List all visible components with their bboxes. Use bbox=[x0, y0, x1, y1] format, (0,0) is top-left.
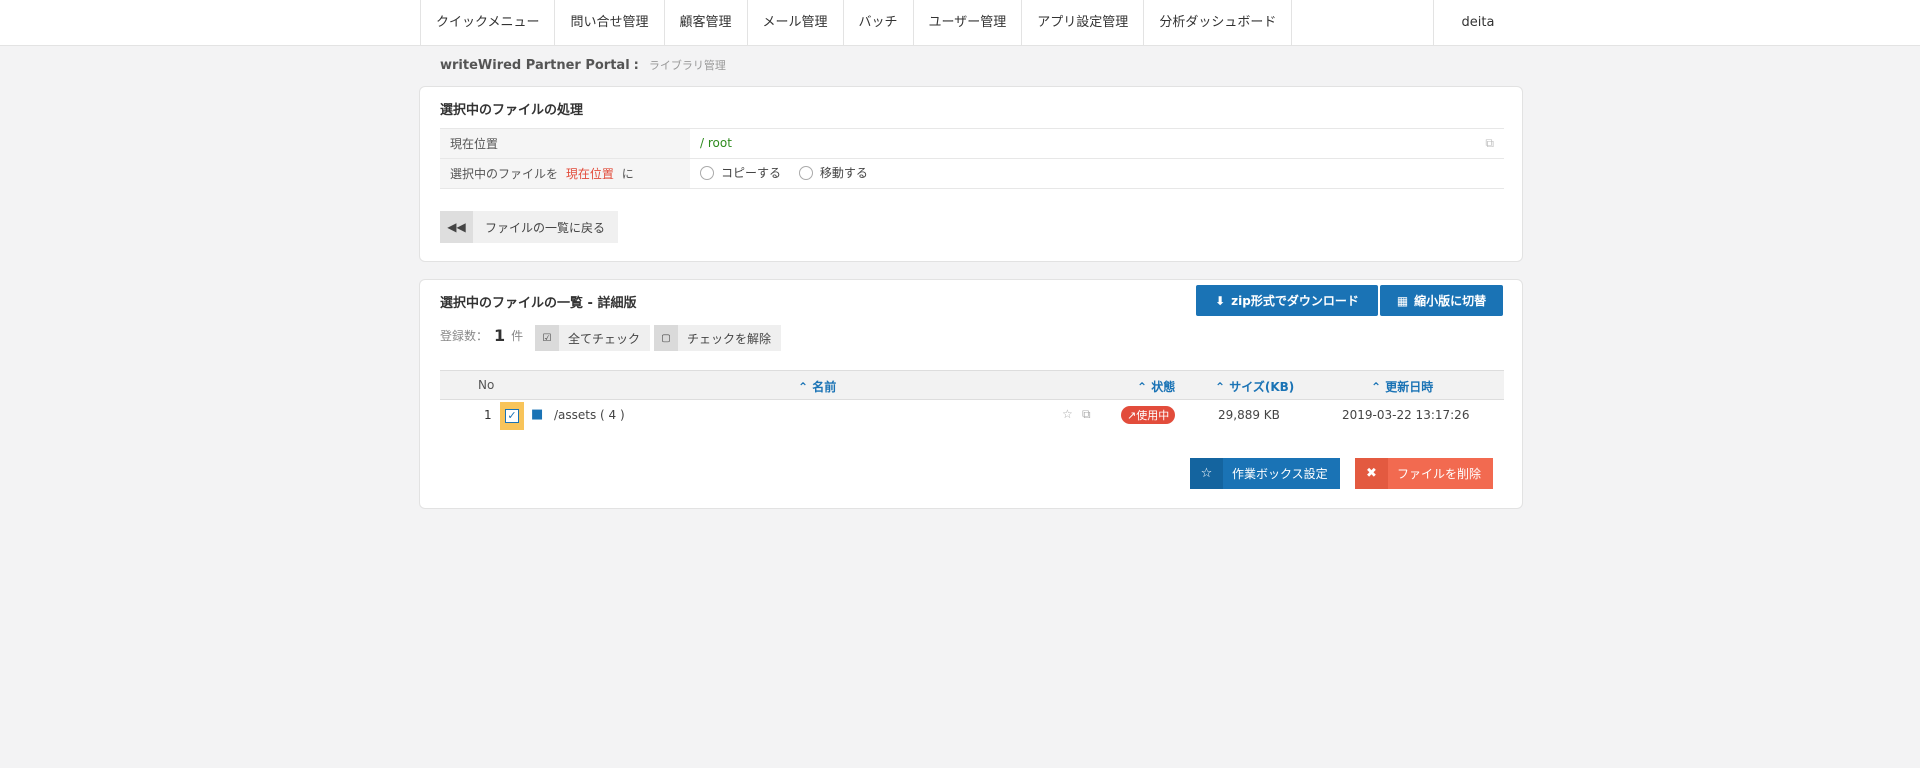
nav-quick-menu[interactable]: クイックメニュー bbox=[421, 0, 556, 46]
move-option[interactable]: 移動する bbox=[798, 164, 868, 181]
action-label-pre: 選択中のファイルを bbox=[450, 167, 559, 181]
zip-download-label: zip形式でダウンロード bbox=[1231, 294, 1359, 308]
check-all-button[interactable]: ☑ 全てチェック bbox=[535, 325, 651, 351]
table-row[interactable]: 1 ✓ ■ /assets ( 4 ) ☆ ⧉ ↗使用中 29,889 KB 2… bbox=[440, 400, 1504, 432]
back-to-list-button[interactable]: ◀◀ ファイルの一覧に戻る bbox=[440, 211, 619, 243]
nav-mail[interactable]: メール管理 bbox=[748, 0, 844, 46]
status-badge: ↗使用中 bbox=[1121, 406, 1176, 424]
panel-title: 選択中のファイルの一覧 - 詳細版 bbox=[440, 296, 637, 311]
col-no: No bbox=[478, 378, 495, 392]
location-table: 現在位置 / root ⧉ 選択中のファイルを 現在位置 に コピーする 移動す… bbox=[440, 128, 1504, 189]
move-radio[interactable] bbox=[798, 165, 813, 180]
thumbnail-view-label: 縮小版に切替 bbox=[1414, 294, 1487, 308]
location-path: / root bbox=[700, 136, 732, 150]
checkbox-checked-icon: ☑ bbox=[535, 325, 559, 351]
nav-batch[interactable]: バッチ bbox=[844, 0, 914, 46]
breadcrumb-portal-title[interactable]: writeWired Partner Portal bbox=[440, 58, 630, 73]
action-label: 選択中のファイルを 現在位置 に bbox=[440, 158, 690, 189]
col-status-sort[interactable]: ⌃ 状態 bbox=[1137, 378, 1175, 395]
top-navbar: クイックメニュー 問い合せ管理 顧客管理 メール管理 バッチ ユーザー管理 アプ… bbox=[0, 0, 1920, 46]
workbox-settings-label: 作業ボックス設定 bbox=[1232, 467, 1328, 481]
main-nav: クイックメニュー 問い合せ管理 顧客管理 メール管理 バッチ ユーザー管理 アプ… bbox=[420, 0, 1293, 46]
checkmark-icon: ✓ bbox=[505, 409, 519, 423]
count-unit: 件 bbox=[511, 329, 524, 343]
copy-icon[interactable]: ⧉ bbox=[1082, 407, 1091, 422]
file-table: No ⌃ 名前 ⌃ 状態 ⌃ サイズ(KB) ⌃ 更新日時 1 ✓ ■ /ass… bbox=[440, 370, 1504, 432]
count-label: 登録数： bbox=[440, 329, 489, 343]
star-icon[interactable]: ☆ bbox=[1062, 407, 1073, 421]
row-name[interactable]: /assets ( 4 ) bbox=[554, 408, 625, 422]
record-count: 登録数： 1 件 bbox=[440, 326, 523, 345]
thumbnail-view-button[interactable]: ▦ 縮小版に切替 bbox=[1380, 285, 1503, 316]
close-icon: ✖ bbox=[1355, 458, 1388, 489]
grid-icon: ▦ bbox=[1396, 293, 1409, 308]
fast-backward-icon: ◀◀ bbox=[440, 211, 473, 243]
workbox-settings-button[interactable]: ☆ 作業ボックス設定 bbox=[1190, 458, 1340, 489]
row-checkbox[interactable]: ✓ bbox=[500, 402, 524, 430]
copy-icon[interactable]: ⧉ bbox=[1485, 136, 1494, 151]
check-all-label: 全てチェック bbox=[568, 331, 641, 346]
uncheck-all-label: チェックを解除 bbox=[687, 331, 772, 346]
col-name: 名前 bbox=[812, 380, 837, 394]
row-size: 29,889 KB bbox=[1218, 408, 1280, 422]
table-header: No ⌃ 名前 ⌃ 状態 ⌃ サイズ(KB) ⌃ 更新日時 bbox=[440, 370, 1504, 400]
file-process-panel: 選択中のファイルの処理 現在位置 / root ⧉ 選択中のファイルを 現在位置… bbox=[419, 86, 1523, 262]
uncheck-all-button[interactable]: ▢ チェックを解除 bbox=[654, 325, 782, 351]
folder-icon: ■ bbox=[531, 407, 544, 422]
status-label: 使用中 bbox=[1136, 409, 1170, 422]
copy-radio[interactable] bbox=[700, 165, 714, 180]
checkbox-empty-icon: ▢ bbox=[654, 325, 678, 351]
breadcrumb: writeWired Partner Portal : ライブラリ管理 bbox=[440, 56, 726, 74]
panel-title: 選択中のファイルの処理 bbox=[440, 103, 584, 118]
move-option-label: 移動する bbox=[819, 166, 868, 181]
back-to-list-label: ファイルの一覧に戻る bbox=[485, 220, 606, 235]
breadcrumb-separator: : bbox=[633, 57, 639, 73]
copy-option-label: コピーする bbox=[721, 166, 782, 181]
action-label-post: に bbox=[621, 167, 634, 181]
count-value: 1 bbox=[494, 326, 506, 345]
nav-analytics-dashboard[interactable]: 分析ダッシュボード bbox=[1144, 0, 1293, 46]
download-icon: ⬇ bbox=[1215, 293, 1226, 308]
nav-users[interactable]: ユーザー管理 bbox=[914, 0, 1023, 46]
nav-inquiries[interactable]: 問い合せ管理 bbox=[555, 0, 665, 46]
location-label: 現在位置 bbox=[440, 128, 690, 159]
row-no: 1 bbox=[484, 408, 492, 422]
star-icon: ☆ bbox=[1190, 458, 1223, 489]
user-menu[interactable]: deita bbox=[1433, 0, 1522, 46]
nav-app-settings[interactable]: アプリ設定管理 bbox=[1022, 0, 1145, 46]
external-link-icon: ↗ bbox=[1127, 409, 1137, 422]
copy-option[interactable]: コピーする bbox=[700, 164, 781, 181]
col-updated: 更新日時 bbox=[1385, 380, 1434, 394]
zip-download-button[interactable]: ⬇ zip形式でダウンロード bbox=[1196, 285, 1378, 316]
file-list-panel: 選択中のファイルの一覧 - 詳細版 ⬇ zip形式でダウンロード ▦ 縮小版に切… bbox=[419, 279, 1523, 509]
col-size-sort[interactable]: ⌃ サイズ(KB) bbox=[1215, 378, 1294, 395]
row-updated: 2019-03-22 13:17:26 bbox=[1342, 408, 1470, 422]
col-name-sort[interactable]: ⌃ 名前 bbox=[798, 378, 836, 395]
delete-files-label: ファイルを削除 bbox=[1397, 467, 1482, 481]
col-updated-sort[interactable]: ⌃ 更新日時 bbox=[1371, 378, 1433, 395]
col-status: 状態 bbox=[1151, 380, 1176, 394]
col-size: サイズ(KB) bbox=[1229, 380, 1295, 394]
action-label-highlight: 現在位置 bbox=[565, 167, 614, 181]
delete-files-button[interactable]: ✖ ファイルを削除 bbox=[1355, 458, 1494, 489]
breadcrumb-current: ライブラリ管理 bbox=[648, 59, 726, 72]
nav-customers[interactable]: 顧客管理 bbox=[665, 0, 748, 46]
